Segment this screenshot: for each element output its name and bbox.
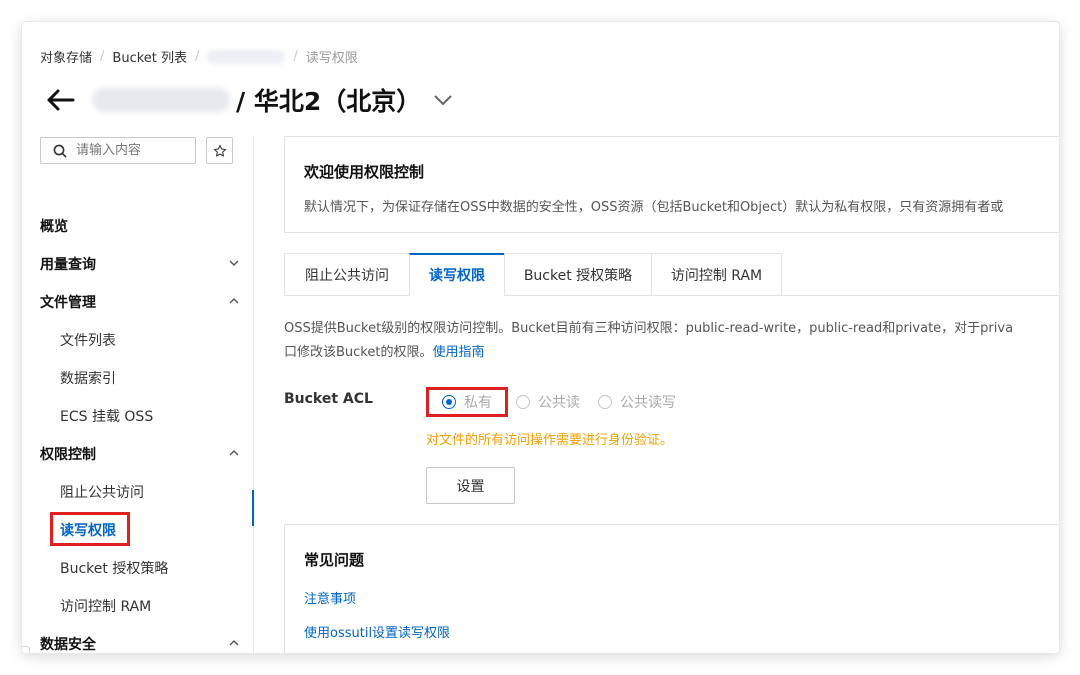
sidebar-item-data-security[interactable]: 数据安全 bbox=[22, 629, 254, 653]
permission-tabs: 阻止公共访问 读写权限 Bucket 授权策略 访问控制 RAM bbox=[284, 253, 1059, 296]
sidebar-item-label: 阻止公共访问 bbox=[60, 485, 144, 501]
sidebar-item-label: 文件列表 bbox=[60, 333, 116, 349]
chevron-up-icon bbox=[229, 450, 239, 456]
sidebar-search-input[interactable] bbox=[76, 143, 186, 158]
chevron-down-icon bbox=[229, 260, 239, 266]
sidebar-item-label: Bucket 授权策略 bbox=[60, 561, 169, 577]
breadcrumb-bucket-list[interactable]: Bucket 列表 bbox=[112, 47, 187, 66]
sidebar-item-label: 概览 bbox=[40, 219, 68, 235]
sidebar-item-bucket-policy[interactable]: Bucket 授权策略 bbox=[22, 553, 254, 583]
sidebar-divider bbox=[253, 136, 254, 653]
sidebar-item-label: 数据安全 bbox=[40, 637, 96, 653]
sidebar-item-label: 用量查询 bbox=[40, 257, 96, 273]
welcome-description: 默认情况下，为保证存储在OSS中数据的安全性，OSS资源（包括Bucket和Ob… bbox=[304, 200, 1004, 215]
sidebar-item-block-public-access[interactable]: 阻止公共访问 bbox=[22, 477, 254, 507]
tab-label: 阻止公共访问 bbox=[305, 267, 389, 284]
sidebar-item-overview[interactable]: 概览 bbox=[22, 211, 254, 241]
welcome-card: 欢迎使用权限控制 默认情况下，为保证存储在OSS中数据的安全性，OSS资源（包括… bbox=[284, 136, 1059, 233]
radio-public-read[interactable]: 公共读 bbox=[516, 392, 580, 412]
acl-hint: 对文件的所有访问操作需要进行身份验证。 bbox=[426, 433, 674, 448]
sidebar-item-label: 文件管理 bbox=[40, 295, 96, 311]
tab-bucket-policy[interactable]: Bucket 授权策略 bbox=[504, 253, 651, 296]
sidebar-active-indicator bbox=[252, 490, 254, 526]
sidebar-item-label: 访问控制 RAM bbox=[60, 599, 152, 615]
acl-intro-line-2: 口修改该Bucket的权限。使用指南 bbox=[284, 341, 1013, 365]
radio-wrapper-private: 私有 bbox=[426, 387, 508, 417]
sidebar-item-file-management[interactable]: 文件管理 bbox=[22, 287, 254, 317]
sidebar-item-data-index[interactable]: 数据索引 bbox=[22, 363, 254, 393]
bucket-name-redacted bbox=[92, 88, 230, 112]
radio-label: 公共读 bbox=[538, 395, 580, 411]
breadcrumb-separator: / bbox=[195, 49, 200, 64]
radio-circle[interactable] bbox=[516, 395, 530, 409]
set-acl-button[interactable]: 设置 bbox=[426, 467, 515, 504]
sidebar-item-ram[interactable]: 访问控制 RAM bbox=[22, 591, 254, 621]
tab-label: Bucket 授权策略 bbox=[523, 267, 633, 284]
bucket-acl-radio-group: 私有 公共读 公共读写 bbox=[426, 387, 694, 417]
breadcrumb: 对象存储 / Bucket 列表 / / 读写权限 bbox=[40, 47, 358, 66]
chevron-down-icon bbox=[434, 95, 452, 106]
sidebar-item-permission-control[interactable]: 权限控制 bbox=[22, 439, 254, 469]
breadcrumb-separator: / bbox=[293, 49, 298, 64]
tab-label: 访问控制 RAM bbox=[670, 267, 763, 284]
sidebar-item-label: 数据索引 bbox=[60, 371, 116, 387]
search-icon bbox=[53, 144, 67, 158]
usage-guide-link[interactable]: 使用指南 bbox=[432, 345, 484, 360]
tab-block-public-access[interactable]: 阻止公共访问 bbox=[284, 253, 409, 296]
faq-link-notes[interactable]: 注意事项 bbox=[304, 588, 356, 607]
page-title: / 华北2（北京） bbox=[236, 87, 422, 116]
region-switch[interactable] bbox=[433, 93, 453, 107]
welcome-title: 欢迎使用权限控制 bbox=[304, 163, 425, 181]
radio-public-read-write[interactable]: 公共读写 bbox=[598, 392, 676, 412]
sidebar-search[interactable] bbox=[40, 137, 196, 164]
sidebar-item-ecs-mount[interactable]: ECS 挂载 OSS bbox=[22, 401, 254, 431]
sidebar-collapse-handle[interactable] bbox=[22, 646, 30, 653]
acl-intro: OSS提供Bucket级别的权限访问控制。Bucket目前有三种访问权限：pub… bbox=[284, 317, 1013, 365]
breadcrumb-separator: / bbox=[100, 49, 105, 64]
breadcrumb-bucket-name-redacted[interactable] bbox=[207, 49, 286, 64]
sidebar-item-label: 权限控制 bbox=[40, 447, 96, 463]
faq-link-ossutil[interactable]: 使用ossutil设置读写权限 bbox=[304, 622, 450, 641]
sidebar-item-file-list[interactable]: 文件列表 bbox=[22, 325, 254, 355]
sidebar-item-read-write-acl[interactable]: 读写权限 bbox=[22, 512, 254, 546]
acl-intro-line-1: OSS提供Bucket级别的权限访问控制。Bucket目前有三种访问权限：pub… bbox=[284, 321, 1014, 336]
radio-circle[interactable] bbox=[598, 395, 612, 409]
sidebar-item-label: ECS 挂载 OSS bbox=[60, 409, 154, 425]
highlight-box bbox=[50, 512, 130, 546]
radio-label: 公共读写 bbox=[620, 395, 676, 411]
breadcrumb-current: 读写权限 bbox=[305, 51, 358, 66]
favorite-button[interactable] bbox=[206, 137, 233, 164]
console-window: 对象存储 / Bucket 列表 / / 读写权限 / 华北2（北京） 请输入内… bbox=[22, 22, 1059, 653]
arrow-left-icon bbox=[47, 89, 75, 111]
faq-card: 常见问题 注意事项 使用ossutil设置读写权限 bbox=[284, 524, 1059, 653]
tab-ram[interactable]: 访问控制 RAM bbox=[651, 253, 782, 296]
radio-circle[interactable] bbox=[442, 395, 456, 409]
chevron-up-icon bbox=[229, 298, 239, 304]
page-header: / 华北2（北京） bbox=[42, 80, 453, 120]
sidebar: 概览 用量查询 文件管理 文件列表 数据索引 ECS 挂载 OSS 权限控制 阻… bbox=[22, 128, 254, 653]
highlight-box bbox=[426, 387, 508, 417]
star-icon bbox=[213, 144, 226, 157]
chevron-up-icon bbox=[229, 640, 239, 646]
faq-title: 常见问题 bbox=[304, 551, 365, 569]
breadcrumb-oss[interactable]: 对象存储 bbox=[40, 47, 92, 66]
back-button[interactable] bbox=[42, 82, 78, 118]
bucket-acl-label: Bucket ACL bbox=[284, 391, 373, 407]
sidebar-item-usage[interactable]: 用量查询 bbox=[22, 249, 254, 279]
acl-intro-text: 口修改该Bucket的权限。 bbox=[284, 345, 433, 360]
tab-label: 读写权限 bbox=[429, 268, 485, 284]
tab-read-write-acl[interactable]: 读写权限 bbox=[409, 253, 504, 296]
